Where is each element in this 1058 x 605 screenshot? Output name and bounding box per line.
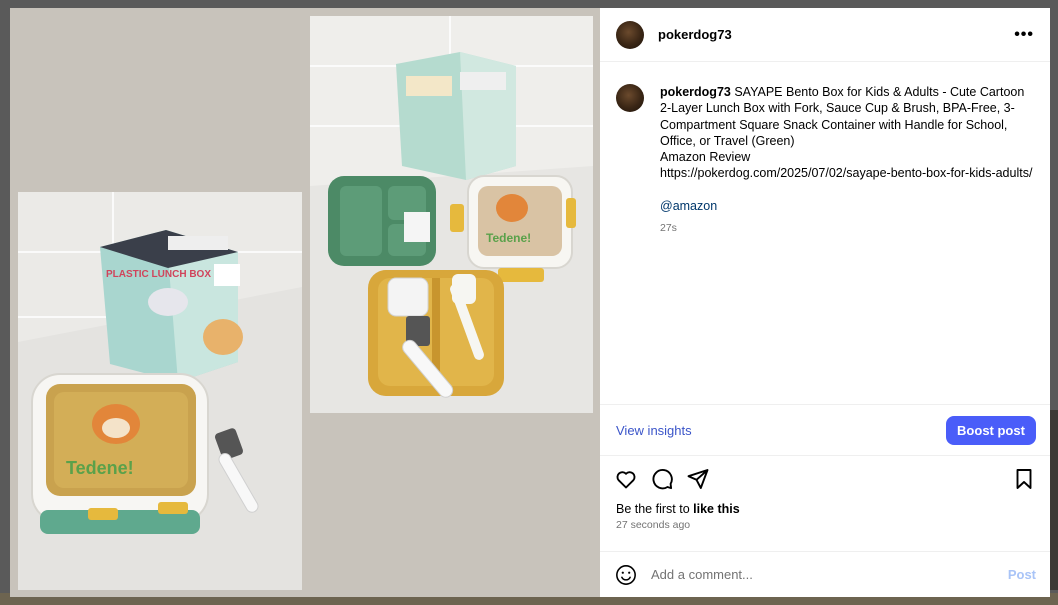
like-this-link[interactable]: like this bbox=[693, 502, 740, 516]
post-comment-button[interactable]: Post bbox=[1008, 567, 1036, 582]
mention-link[interactable]: @amazon bbox=[660, 198, 1034, 214]
heart-icon[interactable] bbox=[614, 467, 638, 491]
post-header: pokerdog73 ••• bbox=[600, 8, 1050, 62]
action-bar bbox=[600, 456, 1050, 502]
avatar[interactable] bbox=[616, 20, 644, 49]
likes-text: Be the first to like this bbox=[616, 502, 1034, 516]
insights-row: View insights Boost post bbox=[600, 404, 1050, 456]
comment-icon[interactable] bbox=[650, 467, 674, 491]
comment-input[interactable] bbox=[651, 567, 981, 582]
caption-timestamp: 27s bbox=[660, 222, 677, 235]
send-icon[interactable] bbox=[686, 467, 710, 491]
emoji-icon[interactable] bbox=[615, 564, 637, 586]
lid-text: Tedene! bbox=[66, 458, 134, 478]
likes-prefix: Be the first to bbox=[616, 502, 694, 516]
photo-bento-with-box: PLASTIC LUNCH BOX Tedene! bbox=[18, 192, 302, 590]
caption-username[interactable]: pokerdog73 bbox=[660, 85, 731, 99]
caption-main: pokerdog73 SAYAPE Bento Box for Kids & A… bbox=[660, 85, 1024, 148]
more-options-icon[interactable]: ••• bbox=[1014, 26, 1034, 44]
post-media[interactable]: PLASTIC LUNCH BOX Tedene! Tedene! bbox=[10, 8, 600, 597]
photo-bento-opened: Tedene! bbox=[310, 16, 593, 413]
caption-avatar[interactable] bbox=[616, 84, 644, 112]
caption-text: pokerdog73 SAYAPE Bento Box for Kids & A… bbox=[660, 84, 1034, 236]
caption-url: https://pokerdog.com/2025/07/02/sayape-b… bbox=[660, 166, 1033, 181]
bento-box-illustration: PLASTIC LUNCH BOX Tedene! bbox=[18, 192, 302, 590]
caption-review-label: Amazon Review bbox=[660, 150, 751, 165]
post-time-ago: 27 seconds ago bbox=[616, 519, 691, 531]
lid-text-right: Tedene! bbox=[486, 231, 531, 245]
boost-post-button[interactable]: Boost post bbox=[946, 415, 1036, 445]
bento-parts-illustration: Tedene! bbox=[310, 16, 593, 413]
comment-composer: Post bbox=[600, 551, 1050, 597]
bookmark-icon[interactable] bbox=[1012, 467, 1036, 491]
box-title-text: PLASTIC LUNCH BOX bbox=[106, 269, 211, 280]
likes-section: Be the first to like this 27 seconds ago bbox=[600, 502, 1050, 531]
post-detail-panel: pokerdog73 ••• pokerdog73 SAYAPE Bento B… bbox=[600, 8, 1050, 597]
header-username[interactable]: pokerdog73 bbox=[658, 27, 732, 42]
view-insights-link[interactable]: View insights bbox=[616, 423, 692, 438]
caption-section: pokerdog73 SAYAPE Bento Box for Kids & A… bbox=[600, 62, 1050, 404]
